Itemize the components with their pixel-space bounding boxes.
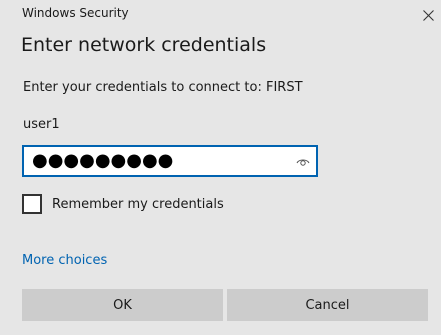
cancel-button[interactable]: Cancel [227, 289, 428, 321]
ok-button[interactable]: OK [22, 289, 223, 321]
username-label: user1 [23, 117, 60, 132]
remember-credentials-row[interactable]: Remember my credentials [22, 194, 224, 214]
remember-checkbox[interactable] [22, 194, 42, 214]
eye-icon [296, 159, 310, 166]
dialog-heading: Enter network credentials [21, 34, 267, 56]
connection-prompt: Enter your credentials to connect to: FI… [23, 80, 303, 95]
credentials-dialog: Windows Security Enter network credentia… [0, 0, 441, 335]
window-title: Windows Security [22, 6, 129, 20]
remember-label[interactable]: Remember my credentials [52, 197, 224, 212]
title-bar: Windows Security [0, 0, 441, 30]
close-icon [422, 9, 434, 21]
password-field[interactable]: ●●●●●●●●● [22, 145, 318, 177]
more-choices-link[interactable]: More choices [22, 253, 107, 268]
password-value: ●●●●●●●●● [32, 150, 174, 171]
reveal-password-button[interactable] [296, 154, 310, 168]
close-button[interactable] [415, 0, 441, 30]
